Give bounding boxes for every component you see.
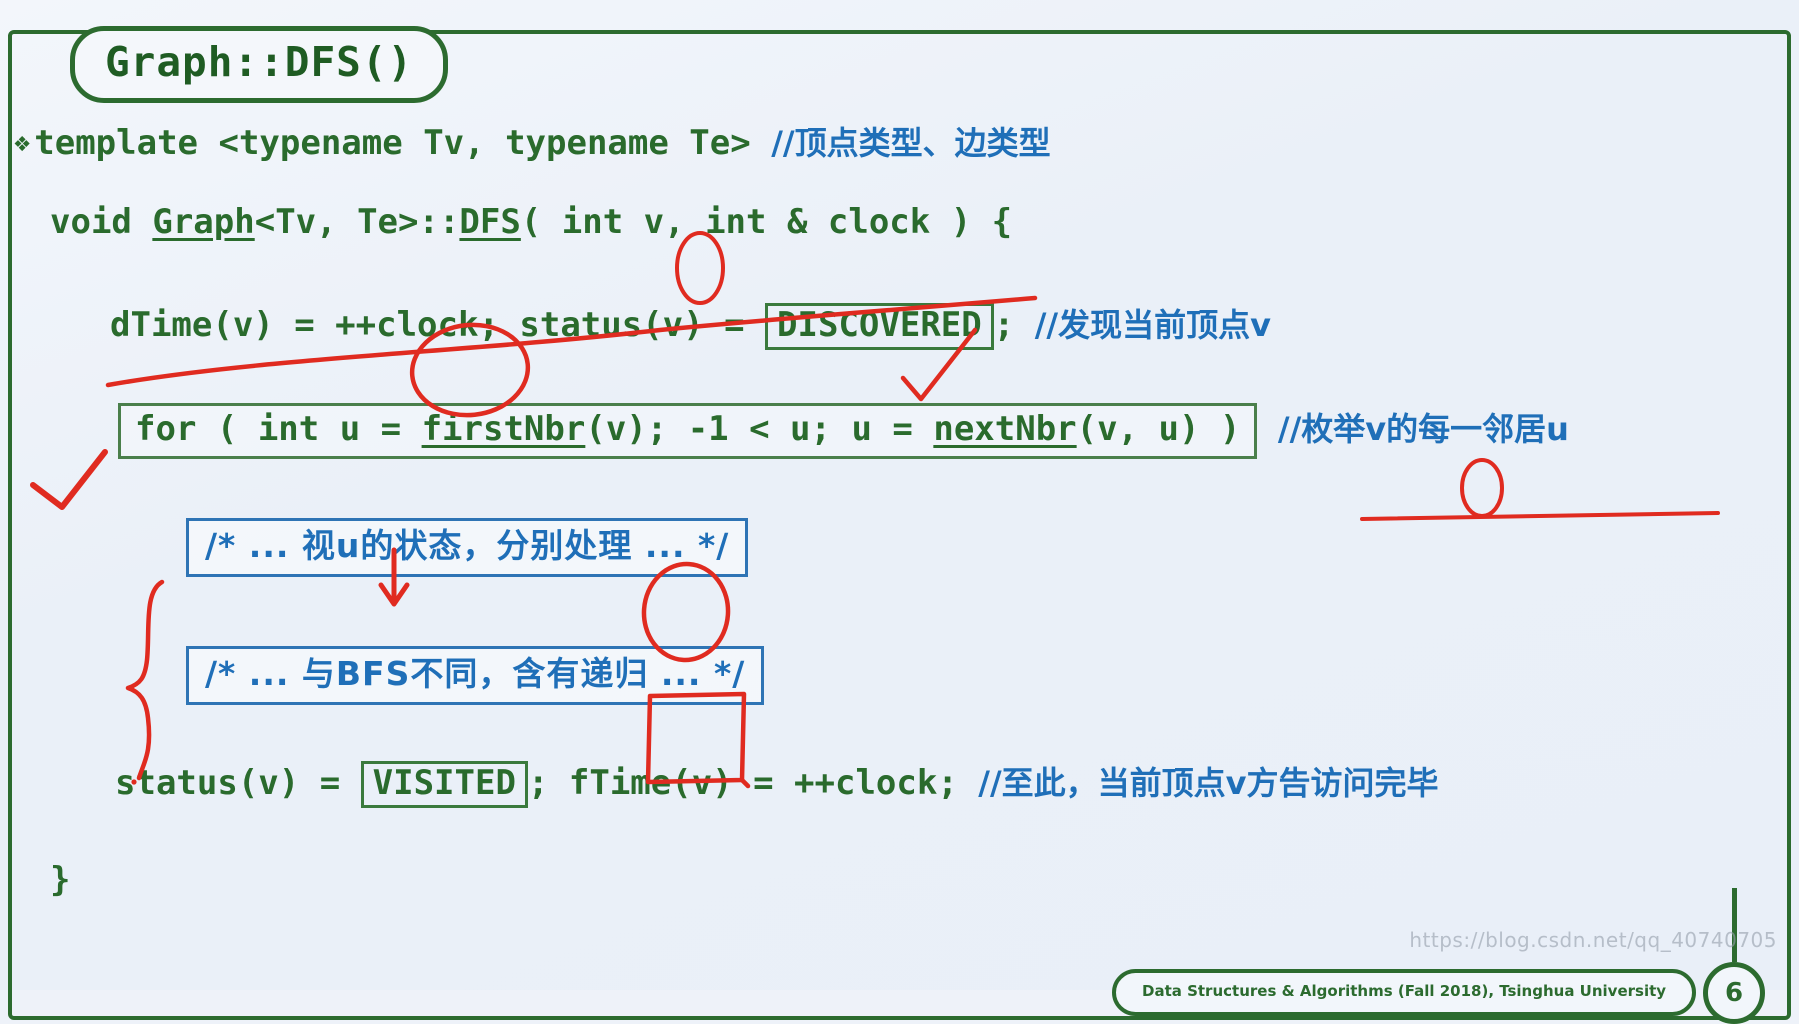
comment-box-2: /* ... 与BFS不同，含有递归 ... */ — [186, 646, 765, 705]
code-line-signature: void Graph<Tv, Te>::DFS( int v, int & cl… — [50, 202, 1012, 242]
nextnbr-identifier: nextNbr — [933, 409, 1077, 449]
status-post: ; fTime(v) = ++clock; — [527, 763, 958, 803]
slide-title-badge: Graph::DFS() — [70, 26, 449, 104]
dfs-identifier: DFS — [459, 202, 521, 242]
code-line-close-brace: } — [50, 860, 71, 900]
graph-identifier: Graph — [152, 202, 255, 242]
template-comment: //顶点类型、边类型 — [771, 124, 1051, 162]
dtime-pre: dTime(v) = ++clock; status(v) = — [110, 305, 766, 345]
code-line-status: status(v) = VISITED; fTime(v) = ++clock;… — [115, 758, 1439, 809]
code-line-comment-box-1: /* ... 视u的状态，分别处理 ... */ — [186, 518, 749, 577]
status-pre: status(v) = — [115, 763, 361, 803]
for-loop-box: for ( int u = firstNbr(v); -1 < u; u = n… — [118, 403, 1258, 460]
dtime-comment: //发现当前顶点v — [1034, 306, 1271, 344]
slide-canvas: Graph::DFS() ❖ template <typename Tv, typ… — [0, 0, 1799, 1024]
csdn-watermark: https://blog.csdn.net/qq_40740705 — [1409, 928, 1777, 952]
discovered-box: DISCOVERED — [765, 303, 994, 351]
footer-badge: Data Structures & Algorithms (Fall 2018)… — [1112, 969, 1697, 1016]
signature-post: ( int v, int & clock ) { — [520, 202, 1013, 242]
for-comment: //枚举v的每一邻居u — [1277, 410, 1569, 448]
code-line-dtime: dTime(v) = ++clock; status(v) = DISCOVER… — [110, 300, 1271, 351]
code-line-template: ❖ template <typename Tv, typename Te> //顶… — [14, 118, 1051, 164]
for-mid: (v); -1 < u; u = — [585, 409, 934, 449]
code-line-for: for ( int u = firstNbr(v); -1 < u; u = n… — [118, 403, 1569, 460]
signature-mid: <Tv, Te>:: — [254, 202, 460, 242]
dtime-post: ; — [993, 305, 1015, 345]
diamond-bullet-icon: ❖ — [14, 127, 31, 158]
comment-box-1: /* ... 视u的状态，分别处理 ... */ — [186, 518, 749, 577]
for-pre: for ( int u = — [135, 409, 422, 449]
signature-pre: void — [50, 202, 153, 242]
page-number-badge: 6 — [1703, 962, 1765, 1024]
template-keyword: template <typename Tv, typename Te> — [34, 123, 751, 163]
firstnbr-identifier: firstNbr — [421, 409, 586, 449]
code-line-comment-box-2: /* ... 与BFS不同，含有递归 ... */ — [186, 646, 765, 705]
for-post: (v, u) ) — [1076, 409, 1241, 449]
visited-box: VISITED — [360, 761, 528, 809]
status-comment: //至此，当前顶点v方告访问完毕 — [978, 764, 1439, 802]
